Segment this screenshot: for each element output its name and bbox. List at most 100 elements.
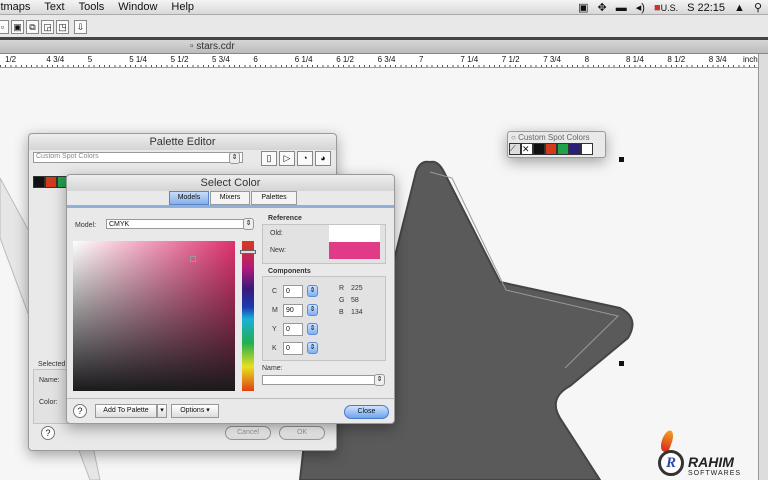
menu-help[interactable]: Help <box>171 1 194 13</box>
color-swatch[interactable] <box>557 143 569 155</box>
component-m-stepper-icon[interactable]: ⇕ <box>307 304 318 316</box>
model-label: Model: <box>75 222 97 229</box>
spot-colors-palette[interactable]: ○ Custom Spot Colors ⟋ ✕ <box>507 131 606 158</box>
input-source[interactable]: ■U.S. <box>654 2 678 14</box>
ruler-label: 8 1/4 <box>625 55 645 64</box>
display-icon[interactable]: ▬ <box>616 2 627 14</box>
menu-window[interactable]: Window <box>118 1 157 13</box>
selected-label: Selected <box>38 361 66 368</box>
ruler-label: 5 1/4 <box>128 55 148 64</box>
help-button[interactable]: ? <box>73 404 87 418</box>
color-swatch[interactable] <box>33 176 45 188</box>
color-field[interactable] <box>73 241 235 391</box>
hue-slider-handle[interactable] <box>240 250 256 254</box>
rgb-g-label: G <box>339 297 345 304</box>
menu-tools[interactable]: Tools <box>79 1 105 13</box>
palette-close-icon[interactable]: ○ <box>511 133 516 142</box>
palette-select-arrow-icon[interactable]: ⇕ <box>229 152 240 164</box>
ruler-label: 5 <box>86 55 94 64</box>
add-to-palette-dropdown-icon[interactable]: ▾ <box>157 404 167 418</box>
color-swatch[interactable] <box>45 176 57 188</box>
component-m-input[interactable]: 90 <box>283 304 303 317</box>
toolbar-button-icon[interactable]: ▫ <box>0 20 9 34</box>
add-to-palette-button[interactable]: Add To Palette <box>95 404 157 418</box>
hue-slider[interactable] <box>240 241 256 391</box>
component-y-stepper-icon[interactable]: ⇕ <box>307 323 318 335</box>
new-palette-icon[interactable]: ▯ <box>261 151 277 166</box>
components-label: Components <box>268 268 311 275</box>
component-c-input[interactable]: 0 <box>283 285 303 298</box>
save-palette-icon[interactable]: ◔ <box>297 151 313 166</box>
toolbar-button-icon[interactable]: ◳ <box>56 20 69 34</box>
reference-label: Reference <box>268 215 302 222</box>
spotlight-search-icon[interactable]: ⚲ <box>754 1 762 14</box>
ruler-label: 6 <box>252 55 259 64</box>
component-k-input[interactable]: 0 <box>283 342 303 355</box>
model-select-arrow-icon[interactable]: ⇕ <box>243 218 254 230</box>
no-color-swatch[interactable]: ✕ <box>521 143 533 155</box>
rgb-r-value: 225 <box>351 285 363 292</box>
menu-text[interactable]: Text <box>44 1 64 13</box>
options-button[interactable]: Options ▾ <box>171 404 219 418</box>
vertical-scrollbar[interactable] <box>758 54 768 480</box>
name-select-arrow-icon[interactable]: ⇕ <box>374 374 385 386</box>
rgb-b-value: 134 <box>351 309 363 316</box>
old-color-swatch <box>329 225 380 242</box>
ruler-label: 8 3/4 <box>707 55 728 64</box>
dropbox-icon[interactable]: ✥ <box>598 1 607 14</box>
document-tab-bar: ▫ stars.cdr <box>0 40 768 54</box>
palette-name-select[interactable]: Custom Spot Colors <box>33 152 243 163</box>
component-k-label: K <box>272 345 277 352</box>
logo-r-icon: R <box>658 450 684 476</box>
select-color-title: Select Color <box>67 175 394 191</box>
old-label: Old: <box>270 230 283 237</box>
color-swatch[interactable] <box>533 143 545 155</box>
component-c-label: C <box>272 288 278 295</box>
selection-handle <box>619 361 624 366</box>
help-button[interactable]: ? <box>41 426 55 440</box>
ruler-label: 8 1/2 <box>666 55 687 64</box>
save-as-palette-icon[interactable]: ◕ <box>315 151 331 166</box>
name-label: Name: <box>262 365 283 372</box>
component-y-input[interactable]: 0 <box>283 323 303 336</box>
component-c-stepper-icon[interactable]: ⇕ <box>307 285 318 297</box>
new-color-swatch <box>329 242 380 259</box>
rgb-b-label: B <box>339 309 344 316</box>
open-palette-icon[interactable]: ▷ <box>279 151 295 166</box>
toolbar-button-icon[interactable]: ⧉ <box>26 20 39 34</box>
component-k-stepper-icon[interactable]: ⇕ <box>307 342 318 354</box>
toolbar-button-icon[interactable]: ⇩ <box>74 20 87 34</box>
ruler-label: 8 <box>583 55 591 64</box>
ruler-label: 4 3/4 <box>45 55 66 64</box>
color-label: Color: <box>39 399 58 406</box>
ruler-label: 6 3/4 <box>376 55 397 64</box>
ruler-label: 7 1/4 <box>459 55 480 64</box>
tab-models[interactable]: Models <box>169 191 209 205</box>
tab-mixers[interactable]: Mixers <box>210 191 250 205</box>
menu-bitmaps[interactable]: itmaps <box>0 1 30 13</box>
color-swatch[interactable] <box>545 143 557 155</box>
eyedropper-icon[interactable]: ⟋ <box>509 143 521 155</box>
color-swatch[interactable] <box>581 143 593 155</box>
tab-palettes[interactable]: Palettes <box>251 191 297 205</box>
close-button[interactable]: Close <box>344 405 389 419</box>
menu-bar: itmaps Text Tools Window Help ▣ ✥ ▬ ◂) ■… <box>0 0 768 15</box>
color-swatch[interactable] <box>569 143 581 155</box>
watermark-logo: R RAHIM SOFTWARES <box>656 428 756 480</box>
ok-button[interactable]: OK <box>279 426 325 440</box>
cancel-button[interactable]: Cancel <box>225 426 271 440</box>
toolbar-button-icon[interactable]: ◲ <box>41 20 54 34</box>
color-name-input[interactable] <box>262 375 384 385</box>
camera-icon[interactable]: ▣ <box>578 1 588 14</box>
rgb-g-value: 58 <box>351 297 359 304</box>
volume-icon[interactable]: ◂) <box>636 1 645 14</box>
document-tab[interactable]: ▫ stars.cdr <box>190 41 235 52</box>
color-picker-marker[interactable] <box>190 256 196 262</box>
model-select[interactable]: CMYK <box>106 219 253 229</box>
toolbar-button-icon[interactable]: ▣ <box>11 20 24 34</box>
clock[interactable]: S 22:15 <box>687 2 725 14</box>
horizontal-ruler[interactable]: 1/2 4 3/4 5 5 1/4 5 1/2 5 3/4 6 6 1/4 6 1/2 6 3/4… <box>0 54 768 68</box>
rgb-r-label: R <box>339 285 345 292</box>
user-icon[interactable]: ▲ <box>734 2 745 14</box>
toolbar: ▫ ▣ ⧉ ◲ ◳ ⇩ <box>0 15 768 40</box>
